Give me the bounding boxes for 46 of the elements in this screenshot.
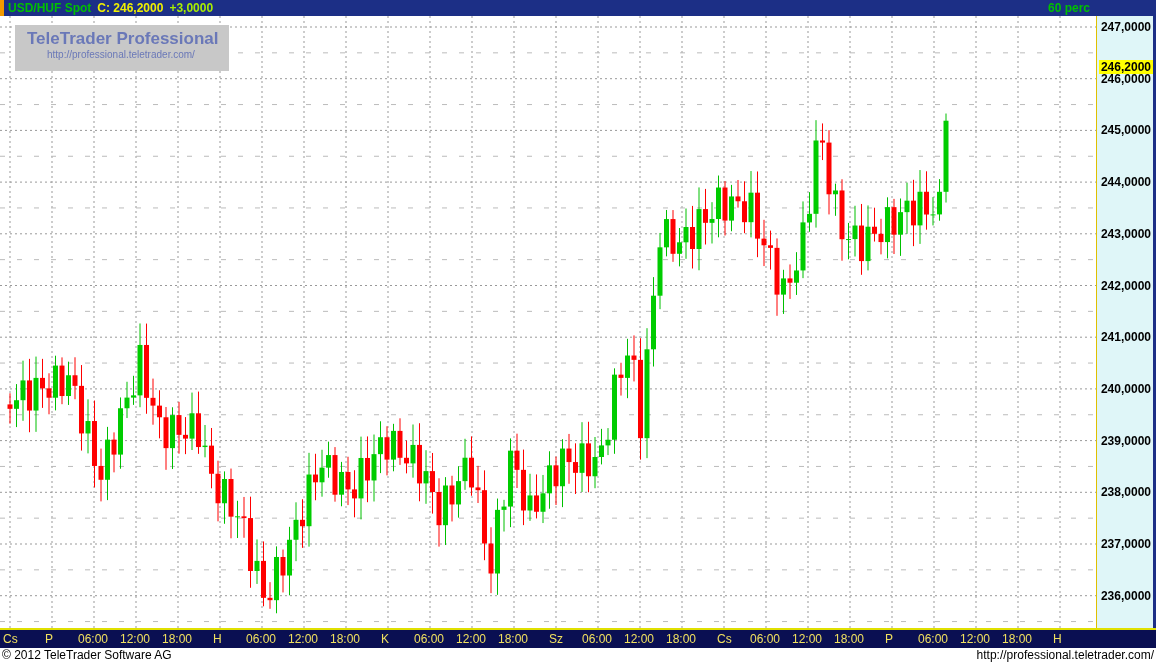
time-label: 18:00 xyxy=(666,632,697,646)
time-label: Cs xyxy=(3,632,18,646)
time-label: 06:00 xyxy=(582,632,613,646)
time-label: 18:00 xyxy=(498,632,529,646)
time-label: P xyxy=(45,632,53,646)
price-change: +3,0000 xyxy=(169,1,214,15)
time-label: 06:00 xyxy=(78,632,109,646)
time-label: 06:00 xyxy=(750,632,781,646)
time-label: 06:00 xyxy=(414,632,445,646)
time-label: 12:00 xyxy=(792,632,823,646)
price-label: 239,0000 xyxy=(1100,433,1151,448)
time-label: 18:00 xyxy=(330,632,361,646)
time-label: 18:00 xyxy=(1002,632,1033,646)
time-label: Sz xyxy=(549,632,563,646)
time-label: 06:00 xyxy=(918,632,949,646)
price-label: 240,0000 xyxy=(1100,381,1151,396)
time-label: H xyxy=(213,632,222,646)
time-label: 06:00 xyxy=(246,632,277,646)
price-label: 237,0000 xyxy=(1100,537,1151,551)
price-label: 244,0000 xyxy=(1100,175,1151,190)
time-label: 12:00 xyxy=(624,632,655,646)
time-label: K xyxy=(381,632,389,646)
copyright-text: © 2012 TeleTrader Software AG xyxy=(2,648,172,664)
close-price: C: 246,2000 xyxy=(97,1,164,15)
time-label: Cs xyxy=(717,632,732,646)
price-label: 241,0000 xyxy=(1100,330,1151,345)
price-label: 245,0000 xyxy=(1100,123,1151,138)
time-label: H xyxy=(1053,632,1062,646)
watermark-title: TeleTrader Professional xyxy=(27,29,220,49)
time-label: 18:00 xyxy=(834,632,865,646)
time-label: 18:00 xyxy=(162,632,193,646)
footer-url: http://professional.teletrader.com/ xyxy=(976,648,1154,664)
price-label: 242,0000 xyxy=(1100,278,1151,293)
watermark-url: http://professional.teletrader.com/ xyxy=(46,49,196,60)
time-label: 12:00 xyxy=(120,632,151,646)
price-label: 236,0000 xyxy=(1100,588,1151,603)
symbol-label: USD/HUF Spot xyxy=(8,1,92,15)
price-label: 238,0000 xyxy=(1100,485,1151,500)
current-price-tag: 246,2000 xyxy=(1098,60,1153,75)
time-label: 12:00 xyxy=(288,632,319,646)
time-label: 12:00 xyxy=(960,632,991,646)
time-label: P xyxy=(885,632,893,646)
price-label: 247,0000 xyxy=(1100,20,1151,34)
interval-label: 60 perc xyxy=(1047,1,1090,15)
time-label: 12:00 xyxy=(456,632,487,646)
price-label: 243,0000 xyxy=(1100,226,1151,241)
